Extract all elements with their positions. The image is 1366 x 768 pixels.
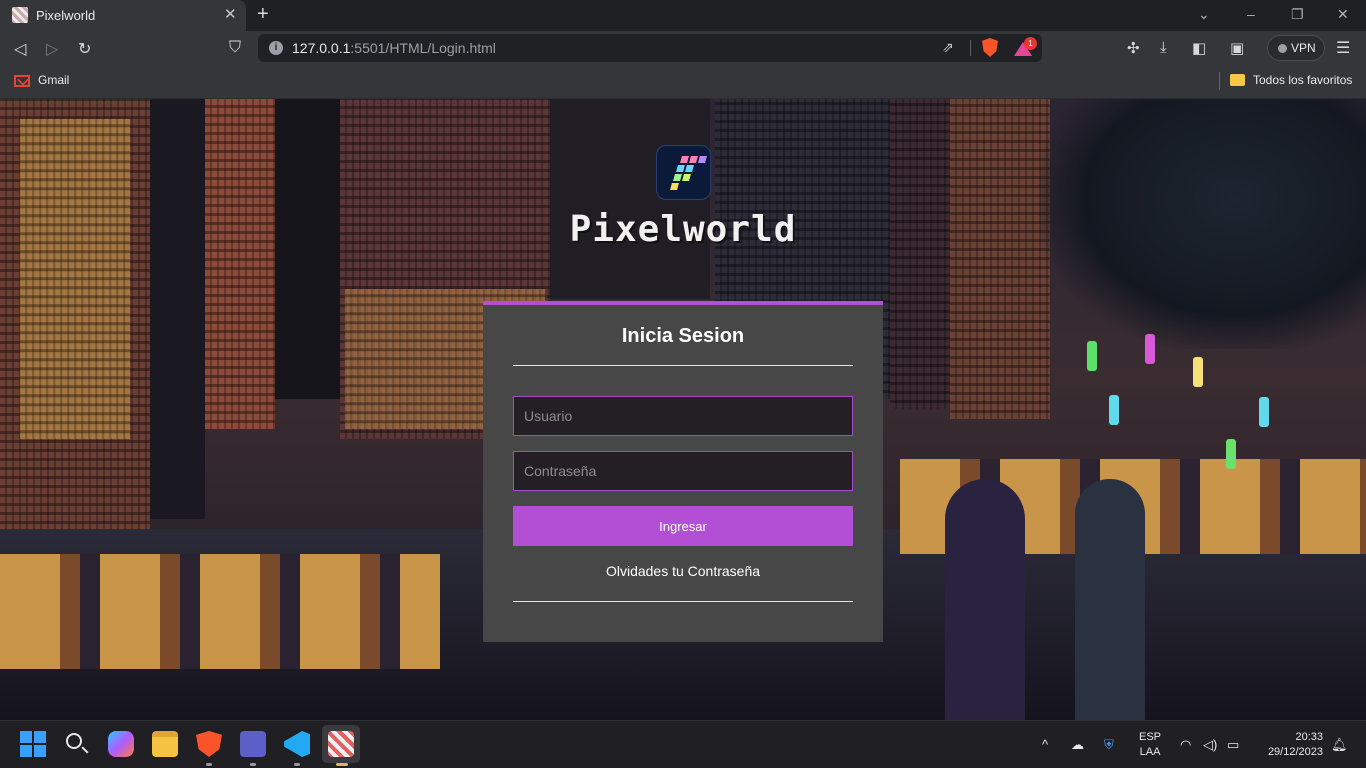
start-icon[interactable] [20,731,46,757]
keyboard-layout: LAA [1139,746,1161,758]
vscode-icon[interactable] [284,731,310,757]
paint-running-indicator [336,763,348,766]
browser-toolbar: ◁ ▷ ↻ ⛉ i 127.0.0.1:5501/HTML/Login.html… [0,31,1366,66]
taskbar: ^ ☁ ⛨ ESP LAA ◠ ◁) ▭ 20:33 29/12/2023 🔔︎ [0,720,1366,768]
clock-time: 20:33 [1295,731,1323,743]
wifi-icon[interactable]: ◠ [1180,737,1191,753]
bookmarks-bar: Gmail Todos los favoritos [0,66,1366,99]
copilot-icon[interactable] [108,731,134,757]
volume-icon[interactable]: ◁) [1203,737,1217,753]
back-button[interactable]: ◁ [14,39,26,59]
downloads-icon[interactable]: ⤓ [1160,39,1167,56]
vscode-running-indicator [294,763,300,766]
brand-name: Pixelworld [569,209,797,250]
extensions-icon[interactable]: ✣ [1127,39,1140,57]
forward-button[interactable]: ▷ [46,39,58,59]
address-bar[interactable]: i 127.0.0.1:5501/HTML/Login.html ⇗ 1 [258,34,1042,62]
login-button[interactable]: Ingresar [513,506,853,546]
teams-icon[interactable] [240,731,266,757]
close-window-button[interactable]: ✕ [1337,6,1349,23]
url-path: :5501/HTML/Login.html [350,40,496,56]
tab-title: Pixelworld [36,8,96,23]
brave-shields-icon[interactable] [982,38,998,57]
divider-bottom [513,601,853,602]
onedrive-icon[interactable]: ☁ [1071,737,1084,753]
login-form: Inicia Sesion Ingresar Olvidades tu Cont… [483,301,883,642]
minimize-button[interactable]: – [1247,6,1255,22]
battery-icon[interactable]: ▭ [1227,737,1239,753]
reload-button[interactable]: ↻ [78,39,91,59]
forgot-password-link[interactable]: Olvidades tu Contraseña [483,563,883,579]
figure-right [1075,479,1145,720]
folder-icon [1230,74,1245,86]
share-icon[interactable]: ⇗ [942,39,954,56]
page-viewport: Pixelworld Inicia Sesion Ingresar Olvida… [0,99,1366,720]
bookmark-gmail[interactable]: Gmail [38,73,69,87]
figure-left [945,479,1025,720]
clock-date: 29/12/2023 [1267,746,1323,758]
sidebar-icon[interactable]: ◧ [1192,39,1206,57]
lantern-green [1087,341,1097,371]
url-host: 127.0.0.1 [292,40,351,56]
wallet-icon[interactable]: ▣ [1230,39,1244,57]
lantern-cyan [1109,395,1119,425]
login-title: Inicia Sesion [621,325,745,347]
teams-running-indicator [250,763,256,766]
paint-icon[interactable] [328,731,354,757]
pixelworld-logo-icon [656,145,711,200]
vpn-label: VPN [1291,41,1316,55]
file-explorer-icon[interactable] [152,731,178,757]
brave-running-indicator [206,763,212,766]
language-code: ESP [1139,731,1162,743]
search-icon[interactable] [64,731,90,757]
url-text[interactable]: 127.0.0.1:5501/HTML/Login.html [292,40,496,56]
browser-menu-icon[interactable]: ☰ [1336,38,1350,58]
site-info-icon[interactable]: i [269,41,283,55]
gmail-icon [14,75,30,87]
vpn-status-icon [1278,44,1287,53]
bridge-wall-left [0,554,440,669]
vpn-button[interactable]: VPN [1267,35,1325,61]
tab-search-chevron-icon[interactable]: ⌄ [1198,6,1210,23]
rewards-badge: 1 [1024,37,1037,50]
password-field[interactable] [513,451,853,491]
all-favorites-folder[interactable]: Todos los favoritos [1253,73,1352,87]
lantern-yellow [1193,357,1203,387]
page-favicon-icon [12,7,28,23]
notifications-bell-icon[interactable]: 🔔︎ [1331,737,1348,753]
bookmarks-divider [1219,72,1220,90]
divider-top [513,365,853,366]
lantern-cyan-2 [1259,397,1269,427]
address-divider [970,40,971,56]
brave-icon[interactable] [196,731,222,757]
show-hidden-icons-chevron[interactable]: ^ [1042,737,1048,752]
lantern-purple [1145,334,1155,364]
new-tab-button[interactable]: + [257,3,269,26]
lantern-green-2 [1226,439,1236,469]
username-field[interactable] [513,396,853,436]
defender-icon[interactable]: ⛨ [1104,737,1114,753]
bookmark-icon[interactable]: ⛉ [229,39,241,57]
tab-strip: Pixelworld ✕ + ⌄ – ❐ ✕ [0,0,1366,31]
system-clock[interactable]: 20:33 29/12/2023 [1255,730,1323,760]
tab-pixelworld[interactable]: Pixelworld ✕ [0,0,246,31]
restore-button[interactable]: ❐ [1291,6,1304,23]
input-language[interactable]: ESP LAA [1139,730,1161,760]
tree-canopy [1040,99,1366,349]
close-tab-icon[interactable]: ✕ [224,5,237,23]
